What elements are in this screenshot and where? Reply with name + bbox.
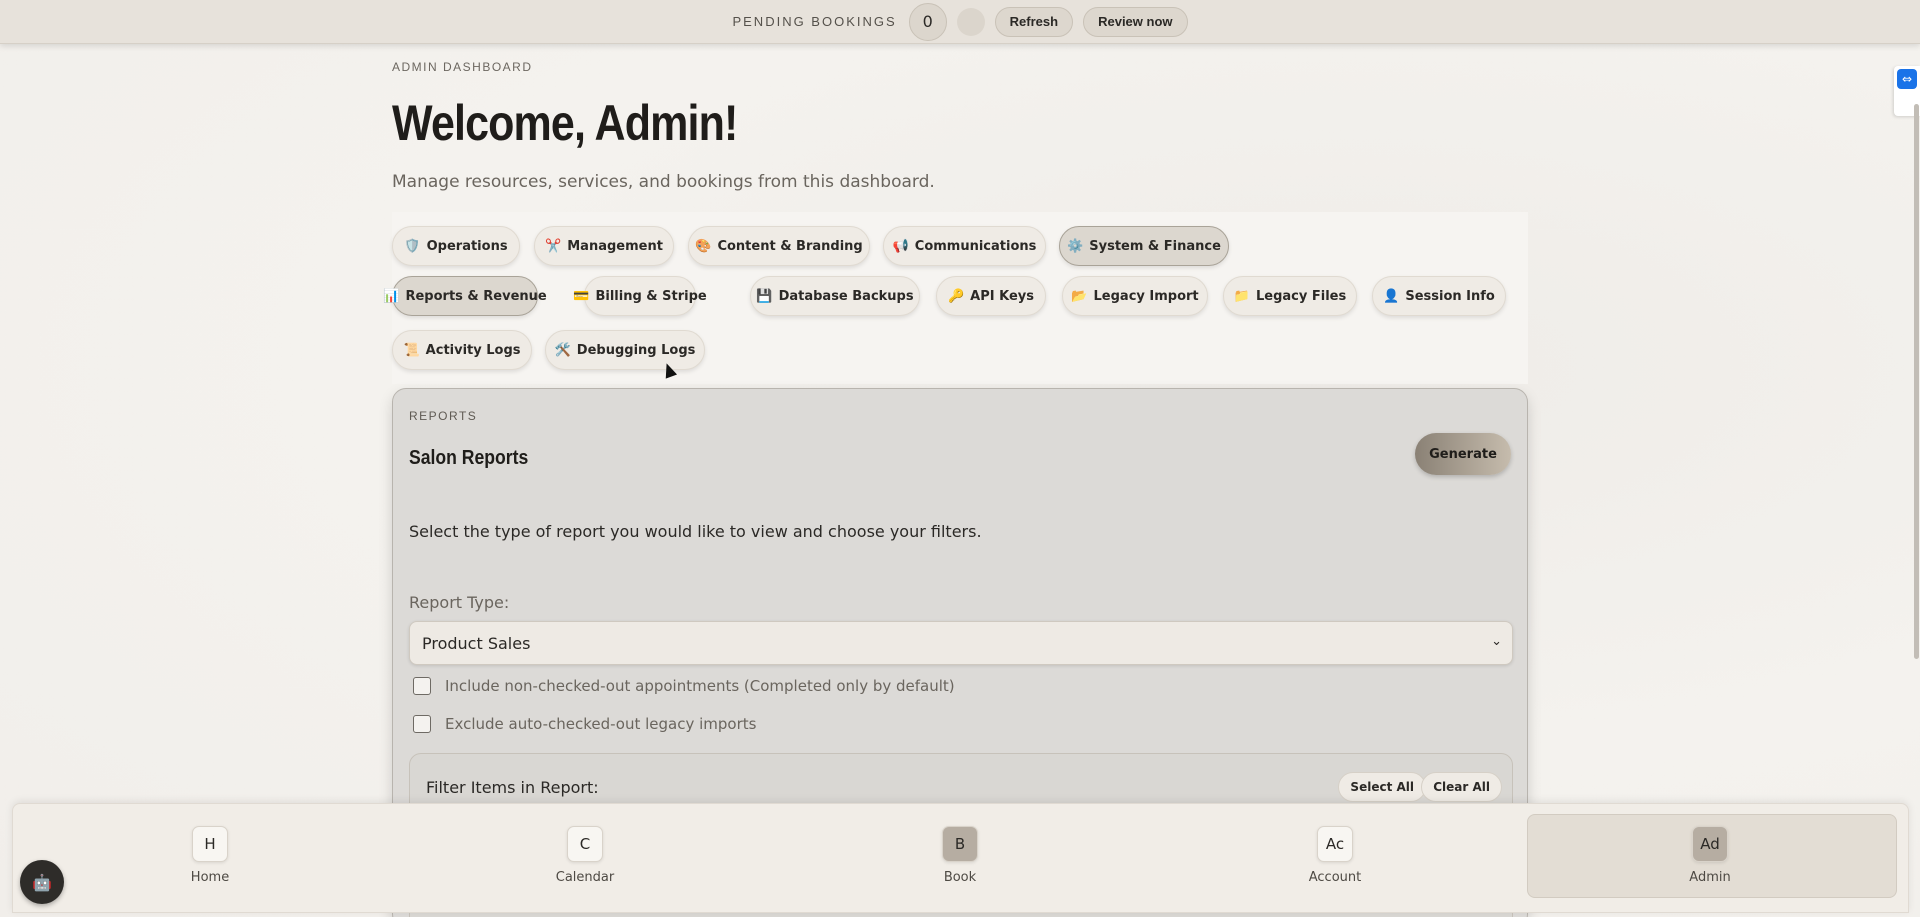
chat-bot-button[interactable]: 🤖 — [20, 860, 64, 904]
reports-description: Select the type of report you would like… — [409, 522, 982, 541]
include-non-checked-out-row[interactable]: Include non-checked-out appointments (Co… — [413, 677, 955, 695]
book-icon: B — [942, 826, 978, 862]
tab-label: Activity Logs — [425, 342, 521, 358]
admin-dashboard: ADMIN DASHBOARD Welcome, Admin! Manage r… — [383, 44, 1528, 384]
credit-card-icon: 💳 — [573, 288, 590, 304]
generate-button[interactable]: Generate — [1415, 433, 1511, 475]
exclude-legacy-row[interactable]: Exclude auto-checked-out legacy imports — [413, 715, 756, 733]
tab-label: Legacy Import — [1093, 288, 1199, 304]
filter-items-label: Filter Items in Report: — [426, 778, 599, 797]
nav-item-book[interactable]: B Book — [900, 826, 1020, 885]
tab-system-finance[interactable]: ⚙️ System & Finance — [1059, 226, 1229, 266]
tab-label: Legacy Files — [1255, 288, 1347, 304]
robot-icon: 🤖 — [32, 872, 52, 892]
select-all-button[interactable]: Select All — [1338, 772, 1426, 802]
folder-icon: 📁 — [1233, 288, 1250, 304]
nav-label: Account — [1308, 870, 1362, 885]
nav-label: Admin — [1689, 870, 1731, 885]
home-icon: H — [192, 826, 228, 862]
reports-eyebrow: REPORTS — [409, 409, 478, 423]
chevron-down-icon: ⌄ — [1491, 634, 1502, 649]
tab-label: Reports & Revenue — [405, 288, 547, 304]
tab-management[interactable]: ✂️ Management — [534, 226, 674, 266]
review-now-button[interactable]: Review now — [1083, 6, 1188, 37]
nav-item-home[interactable]: H Home — [150, 826, 270, 885]
tab-label: Operations — [426, 238, 508, 254]
tab-session-info[interactable]: 👤 Session Info — [1372, 276, 1506, 316]
scissors-icon: ✂️ — [545, 238, 562, 254]
user-icon: 👤 — [1383, 288, 1400, 304]
nav-label: Book — [943, 870, 977, 885]
exclude-legacy-checkbox[interactable] — [413, 715, 431, 733]
nav-item-account[interactable]: Ac Account — [1275, 826, 1395, 885]
calendar-icon: C — [567, 826, 603, 862]
pending-bookings-label: PENDING BOOKINGS — [732, 14, 897, 29]
report-type-select[interactable]: Product Sales ⌄ — [409, 621, 1513, 665]
include-non-checked-out-checkbox[interactable] — [413, 677, 431, 695]
tab-label: Debugging Logs — [576, 342, 696, 358]
tab-legacy-import[interactable]: 📂 Legacy Import — [1062, 276, 1208, 316]
include-non-checked-out-label: Include non-checked-out appointments (Co… — [445, 677, 955, 695]
scrollbar-thumb[interactable] — [1914, 104, 1919, 659]
admin-tabs: 🛡️ Operations ✂️ Management 🎨 Content & … — [383, 212, 1528, 384]
page-subtitle: Manage resources, services, and bookings… — [392, 172, 935, 192]
tab-label: Session Info — [1405, 288, 1495, 304]
bar-chart-icon: 📊 — [383, 288, 400, 304]
tab-debugging-logs[interactable]: 🛠️ Debugging Logs — [545, 330, 705, 370]
nav-label: Home — [190, 870, 230, 885]
exclude-legacy-label: Exclude auto-checked-out legacy imports — [445, 715, 757, 733]
tab-label: Communications — [914, 238, 1037, 254]
tab-legacy-files[interactable]: 📁 Legacy Files — [1223, 276, 1357, 316]
tab-api-keys[interactable]: 🔑 API Keys — [936, 276, 1046, 316]
report-type-value: Product Sales — [422, 633, 531, 653]
reports-title: Salon Reports — [409, 447, 529, 469]
tab-database-backups[interactable]: 💾 Database Backups — [750, 276, 920, 316]
tab-label: Content & Branding — [717, 238, 863, 254]
tab-operations[interactable]: 🛡️ Operations — [392, 226, 520, 266]
palette-icon: 🎨 — [695, 238, 712, 254]
page-title: Welcome, Admin! — [392, 95, 738, 151]
refresh-button[interactable]: Refresh — [994, 6, 1074, 37]
pending-bookings-bar: PENDING BOOKINGS 0 Refresh Review now — [0, 0, 1920, 44]
tab-reports-revenue[interactable]: 📊 Reports & Revenue — [383, 276, 547, 316]
tab-communications[interactable]: 📢 Communications — [883, 226, 1046, 266]
tab-label: Management — [567, 238, 663, 254]
tab-label: Database Backups — [778, 288, 914, 304]
tab-content-branding[interactable]: 🎨 Content & Branding — [688, 226, 870, 266]
page-scrollbar[interactable] — [1914, 44, 1920, 917]
key-icon: 🔑 — [947, 288, 965, 304]
scroll-icon: 📜 — [403, 342, 420, 358]
tools-icon: 🛠️ — [554, 342, 571, 358]
shield-icon: 🛡️ — [404, 238, 421, 254]
nav-item-admin[interactable]: Ad Admin — [1650, 826, 1770, 885]
gear-icon: ⚙️ — [1067, 238, 1084, 254]
tab-billing-stripe[interactable]: 💳 Billing & Stripe — [573, 276, 707, 316]
page-eyebrow: ADMIN DASHBOARD — [392, 60, 533, 74]
loading-spinner-icon — [956, 7, 985, 36]
tab-label: API Keys — [970, 288, 1034, 304]
tab-label: Billing & Stripe — [595, 288, 707, 304]
megaphone-icon: 📢 — [892, 238, 909, 254]
report-type-label: Report Type: — [409, 593, 510, 612]
floppy-disk-icon: 💾 — [756, 288, 773, 304]
tab-label: System & Finance — [1089, 238, 1221, 254]
nav-label: Calendar — [555, 870, 615, 885]
tab-activity-logs[interactable]: 📜 Activity Logs — [392, 330, 532, 370]
bottom-navigation: H Home C Calendar B Book Ac Account Ad A… — [12, 803, 1909, 913]
nav-item-calendar[interactable]: C Calendar — [525, 826, 645, 885]
open-folder-icon: 📂 — [1071, 288, 1088, 304]
pending-bookings-count: 0 — [908, 2, 947, 41]
admin-icon: Ad — [1692, 826, 1728, 862]
account-icon: Ac — [1317, 826, 1353, 862]
clear-all-button[interactable]: Clear All — [1421, 772, 1502, 802]
